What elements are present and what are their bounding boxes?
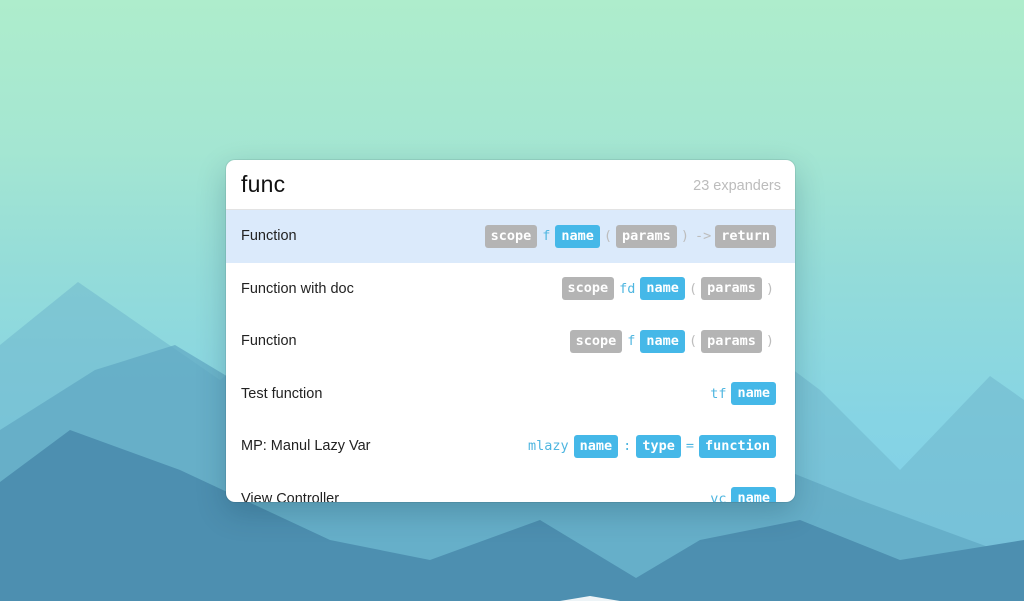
snippet-preview: tf name (706, 382, 777, 406)
snippet-punctuation: ) (680, 228, 689, 245)
expander-search-panel: func 23 expanders Function scope f name(par… (226, 160, 795, 502)
snippet-punctuation: ( (603, 228, 613, 245)
results-list: Function scope f name(params) -> return Functi… (226, 210, 795, 502)
result-name: Function (241, 333, 297, 350)
snippet-punctuation: ( (688, 280, 698, 297)
snippet-punctuation: ( (688, 333, 698, 350)
snippet-preview: scope f name(params) (569, 329, 777, 353)
placeholder-token: params (701, 329, 762, 353)
result-row[interactable]: MP: Manul Lazy Var mlazy name: type = functio… (226, 420, 795, 473)
name-token: name (731, 487, 776, 502)
snippet-punctuation: -> (694, 228, 712, 245)
result-row[interactable]: Function with doc scope fd name(params) (226, 263, 795, 316)
result-name: View Controller (241, 490, 340, 502)
snippet-preview: scope fd name(params) (561, 277, 777, 301)
name-token: name (731, 382, 776, 406)
name-token: name (640, 329, 685, 353)
result-row[interactable]: Function scope f name(params) (226, 315, 795, 368)
snippet-punctuation: ) (765, 333, 774, 350)
search-query[interactable]: func (241, 171, 285, 198)
result-row[interactable]: Function scope f name(params) -> return (226, 210, 795, 263)
snippet-preview: vc name (706, 487, 777, 502)
result-name: Test function (241, 385, 323, 402)
snippet-literal: : (623, 438, 632, 455)
snippet-literal: mlazy (528, 438, 569, 455)
snippet-literal: fd (619, 280, 636, 297)
name-token: function (698, 434, 776, 458)
snippet-preview: scope f name(params) -> return (484, 224, 777, 248)
name-token: name (555, 224, 600, 248)
snippet-literal: f (542, 228, 551, 245)
result-row[interactable]: View Controller vc name (226, 473, 795, 502)
snippet-literal: f (627, 333, 636, 350)
search-bar[interactable]: func 23 expanders (226, 160, 795, 210)
snippet-punctuation: ) (765, 280, 774, 297)
placeholder-token: scope (561, 277, 615, 301)
placeholder-token: return (715, 224, 776, 248)
expander-count: 23 expanders (693, 178, 781, 194)
placeholder-token: params (616, 224, 677, 248)
placeholder-token: scope (569, 329, 623, 353)
name-token: type (636, 434, 681, 458)
result-name: MP: Manul Lazy Var (241, 438, 371, 455)
name-token: name (573, 434, 619, 458)
result-row[interactable]: Test function tf name (226, 368, 795, 421)
placeholder-token: params (701, 277, 762, 301)
snippet-literal: tf (710, 385, 727, 402)
placeholder-token: scope (484, 224, 538, 248)
name-token: name (640, 277, 685, 301)
result-name: Function with doc (241, 280, 354, 297)
snippet-preview: mlazy name: type = function (524, 434, 777, 458)
result-name: Function (241, 228, 297, 245)
snippet-literal: vc (710, 490, 727, 502)
snippet-literal: = (685, 438, 694, 455)
